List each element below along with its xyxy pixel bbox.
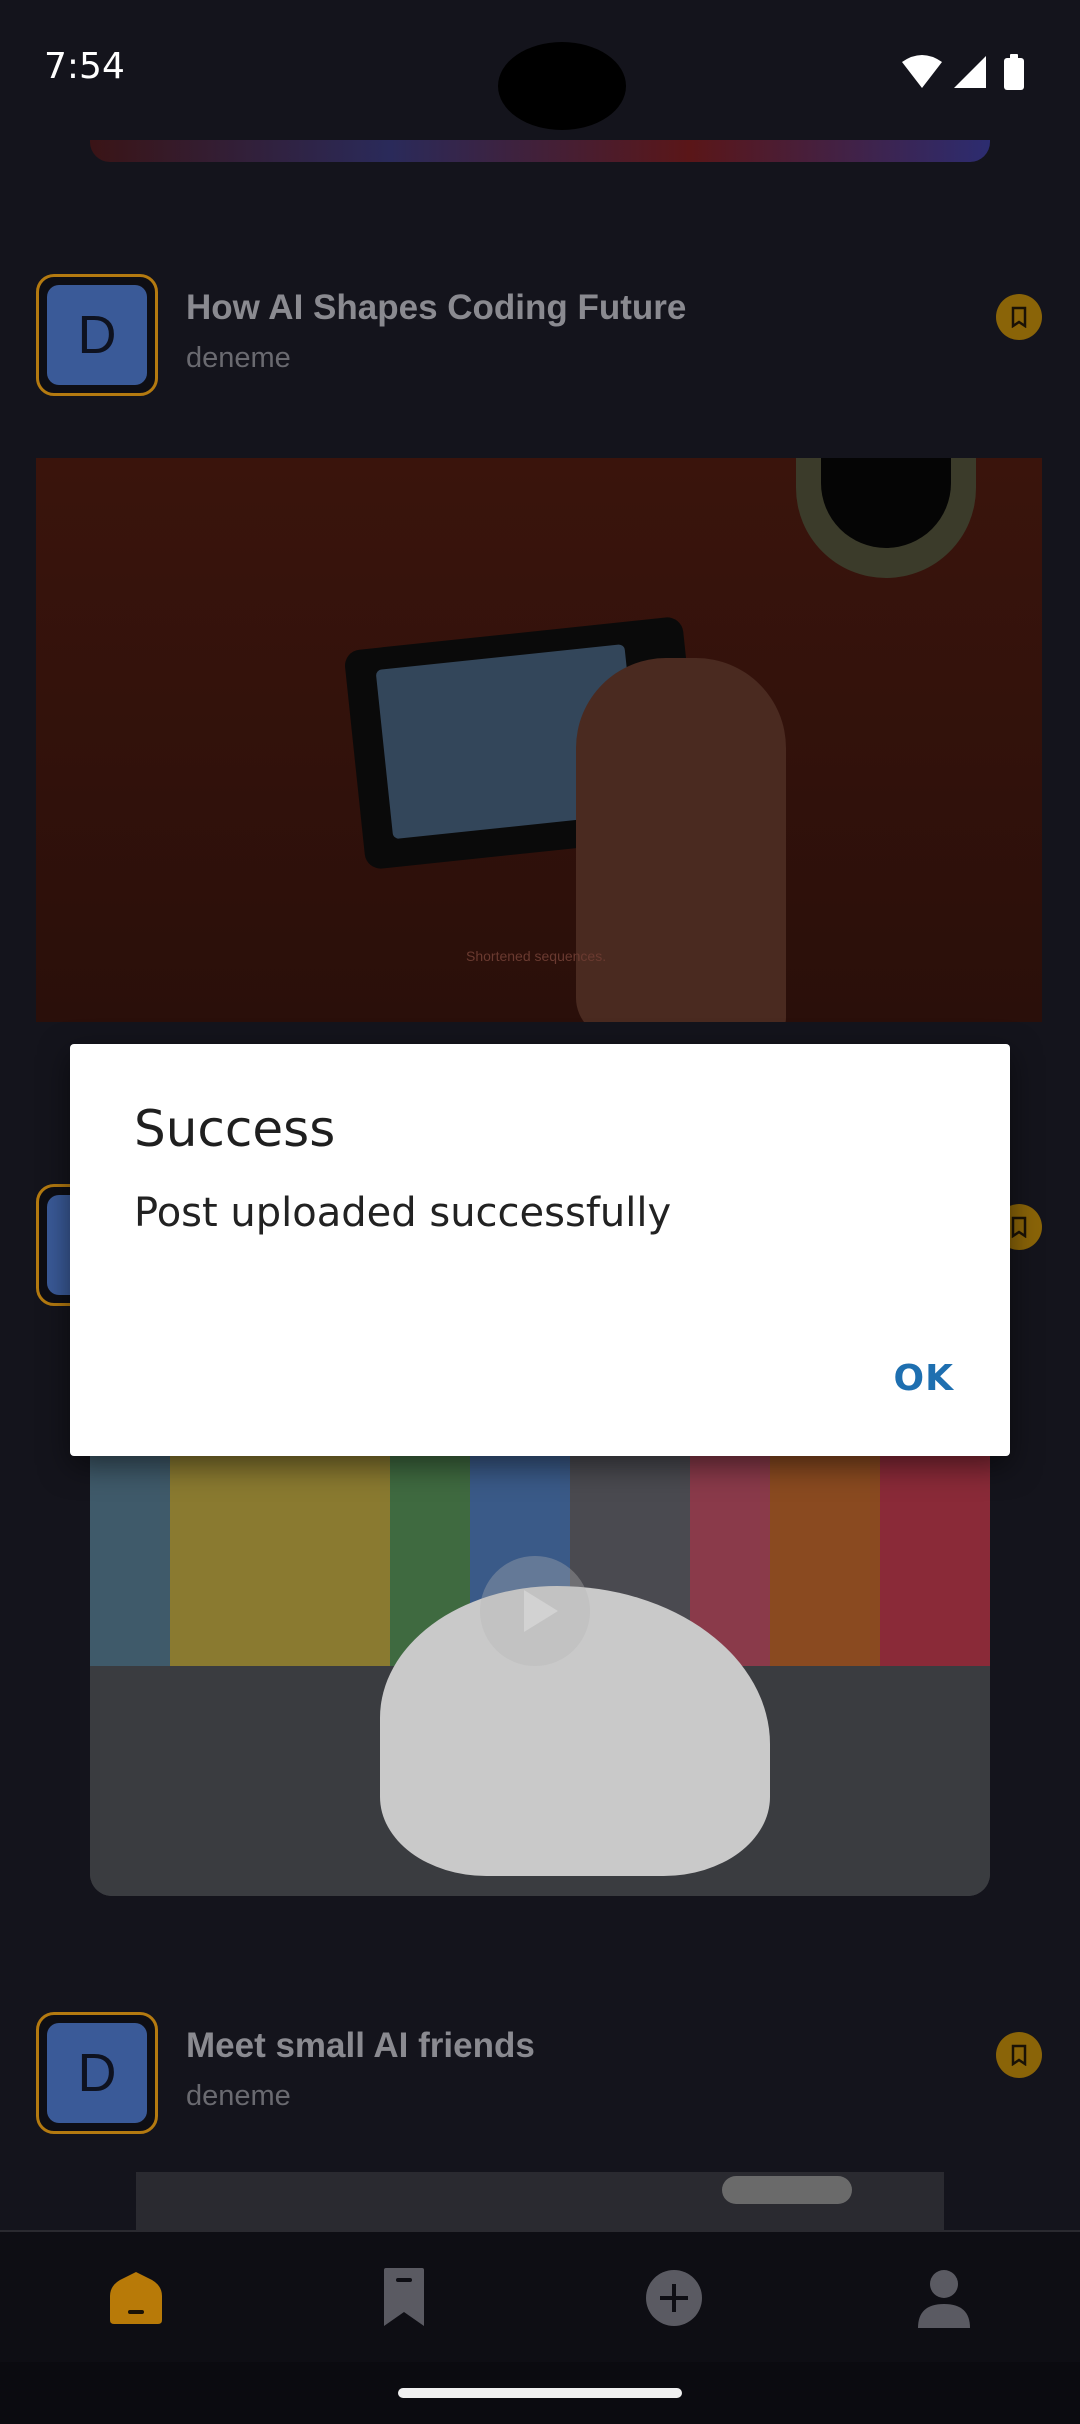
status-time: 7:54 — [44, 46, 125, 87]
nav-home[interactable] — [96, 2258, 176, 2338]
dialog-message: Post uploaded successfully — [134, 1190, 672, 1236]
bookmark-icon[interactable] — [996, 2032, 1042, 2078]
post-media[interactable]: Shortened sequences. — [36, 458, 1042, 1022]
home-indicator[interactable] — [398, 2388, 682, 2398]
nav-saved[interactable] — [364, 2258, 444, 2338]
bookmark-icon — [384, 2268, 424, 2326]
status-icons — [900, 52, 1040, 92]
media-detail — [722, 2176, 852, 2204]
bookmark-icon[interactable] — [996, 294, 1042, 340]
add-circle-icon — [646, 2270, 702, 2326]
success-dialog: Success Post uploaded successfully OK — [70, 1044, 1010, 1456]
post-title[interactable]: How AI Shapes Coding Future — [186, 288, 686, 328]
avatar-letter: D — [47, 285, 147, 385]
nav-create[interactable] — [634, 2258, 714, 2338]
avatar[interactable]: D — [36, 274, 158, 396]
dialog-title: Success — [134, 1100, 336, 1158]
person-icon — [918, 2270, 970, 2328]
avatar-letter: D — [47, 2023, 147, 2123]
hand-image — [576, 658, 786, 1022]
signal-icon — [954, 56, 986, 88]
post-author[interactable]: deneme — [186, 342, 291, 375]
avatar[interactable]: D — [36, 2012, 158, 2134]
wifi-icon — [902, 55, 942, 88]
play-icon[interactable] — [480, 1556, 590, 1666]
post-title[interactable]: Meet small AI friends — [186, 2026, 535, 2066]
home-icon — [110, 2272, 162, 2324]
post-header[interactable]: D How AI Shapes Coding Future deneme — [0, 274, 1080, 404]
camera-cutout — [498, 42, 626, 130]
post-header[interactable]: D Meet small AI friends deneme — [0, 2012, 1080, 2142]
post-media[interactable] — [136, 2172, 944, 2230]
battery-icon — [1004, 54, 1024, 90]
nav-profile[interactable] — [904, 2258, 984, 2338]
bottom-navigation — [0, 2230, 1080, 2362]
previous-post-media — [90, 140, 990, 162]
post-author[interactable]: deneme — [186, 2080, 291, 2113]
post-video[interactable] — [90, 1456, 990, 1896]
ok-button[interactable]: OK — [894, 1358, 955, 1399]
media-caption: Shortened sequences. — [466, 948, 607, 964]
